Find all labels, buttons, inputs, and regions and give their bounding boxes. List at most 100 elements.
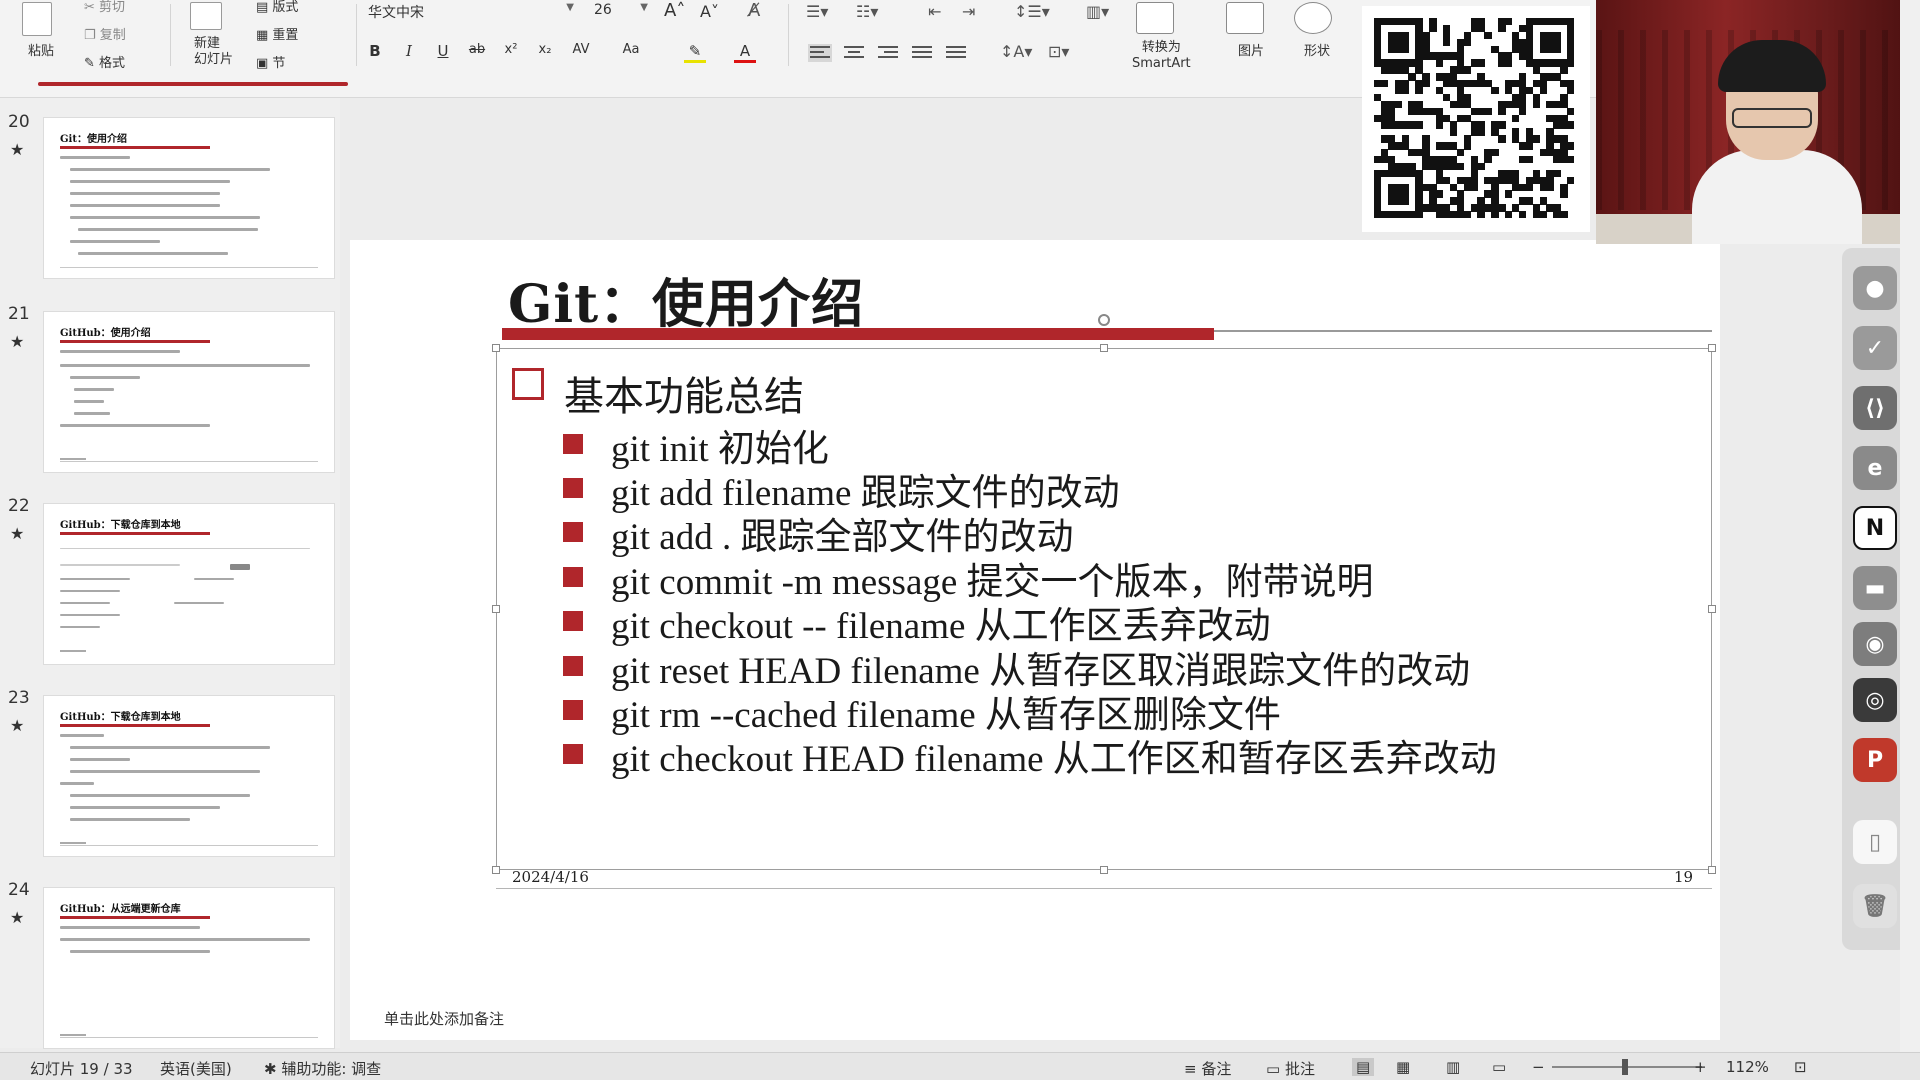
language-indicator[interactable]: 英语(美国) (160, 1058, 232, 1079)
resize-handle[interactable] (1708, 605, 1716, 613)
shape-button[interactable]: 形状 (1304, 40, 1330, 59)
change-case-button[interactable]: Aa (616, 42, 646, 57)
bold-button[interactable]: B (364, 42, 386, 60)
resize-handle[interactable] (1708, 866, 1716, 874)
numbering-icon[interactable]: ☷▾ (856, 2, 878, 21)
clear-format-icon[interactable]: A̸ (748, 0, 760, 21)
layout-button[interactable]: ▤ 版式 (256, 0, 298, 15)
new-slide-icon[interactable] (190, 2, 222, 30)
accessibility-status[interactable]: ✱ 辅助功能: 调查 (264, 1058, 381, 1079)
reading-view-icon[interactable]: ▥ (1446, 1058, 1460, 1076)
normal-view-icon[interactable]: ▤ (1352, 1058, 1375, 1076)
convert-smartart-button[interactable]: 转换为 SmartArt (1132, 40, 1191, 72)
window-edge (1900, 0, 1920, 1052)
document-icon[interactable]: ▯ (1853, 820, 1897, 864)
reset-button[interactable]: ▦ 重置 (256, 24, 298, 43)
edge-icon[interactable]: e (1853, 446, 1897, 490)
strikethrough-button[interactable]: ab (466, 42, 488, 57)
thumbnail-title: GitHub：下载仓库到本地 (60, 712, 181, 723)
align-center-icon[interactable] (842, 44, 866, 62)
highlight-icon[interactable]: ✎ (684, 42, 706, 63)
resize-handle[interactable] (492, 344, 500, 352)
accessibility-icon: ✱ (264, 1060, 282, 1078)
underline-button[interactable]: U (432, 42, 454, 60)
thumbnail-slide[interactable]: GitHub：使用介绍 (44, 312, 334, 472)
section-button[interactable]: ▣ 节 (256, 52, 285, 71)
resize-handle[interactable] (1100, 866, 1108, 874)
align-text-icon[interactable]: ⊡▾ (1048, 42, 1069, 61)
powerpoint-icon[interactable]: P (1853, 738, 1897, 782)
resize-handle[interactable] (1708, 344, 1716, 352)
square-bullet-icon (563, 656, 583, 676)
slide-canvas[interactable]: Git：使用介绍 基本功能总结 git init 初始化 git add file… (350, 240, 1720, 1040)
wechat-icon[interactable]: ● (1853, 266, 1897, 310)
section-icon: ▣ (256, 56, 273, 71)
notion-icon[interactable]: N (1853, 506, 1897, 550)
comments-toggle[interactable]: ▭ 批注 (1266, 1058, 1315, 1079)
distribute-icon[interactable] (944, 44, 968, 62)
footer-line (496, 888, 1712, 889)
decrease-font-icon[interactable]: A˅ (700, 2, 719, 21)
justify-icon[interactable] (910, 44, 934, 62)
font-name-select[interactable]: 华文中宋 ▼ (368, 2, 578, 24)
thumbnail-slide[interactable]: GitHub：下载仓库到本地 (44, 696, 334, 856)
slide-title[interactable]: Git：使用介绍 (508, 262, 864, 337)
new-slide-button[interactable]: 新建 幻灯片 (194, 36, 233, 68)
vscode-icon[interactable]: ⟨⟩ (1853, 386, 1897, 430)
square-bullet-icon (563, 434, 583, 454)
zoom-slider-thumb[interactable] (1622, 1059, 1628, 1075)
cut-button[interactable]: ✂ 剪切 (84, 0, 125, 15)
thumbnail-slide[interactable]: Git：使用介绍 (44, 118, 334, 278)
resize-handle[interactable] (1100, 344, 1108, 352)
align-left-icon[interactable] (808, 44, 832, 62)
slideshow-icon[interactable]: ▭ (1492, 1058, 1506, 1076)
font-size-select[interactable]: 26 ▼ (594, 2, 650, 24)
tasks-icon[interactable]: ✓ (1853, 326, 1897, 370)
resize-handle[interactable] (492, 866, 500, 874)
discord-icon[interactable]: ◉ (1853, 622, 1897, 666)
zoom-level[interactable]: 112% (1726, 1058, 1769, 1076)
zoom-out-icon[interactable]: − (1532, 1058, 1545, 1076)
decrease-indent-icon[interactable]: ⇤ (928, 2, 941, 21)
format-painter-button[interactable]: ✎ 格式 (84, 52, 125, 71)
square-bullet-icon (563, 478, 583, 498)
app-dock: ● ✓ ⟨⟩ e N ▬ ◉ ◎ P ▯ 🗑 (1842, 248, 1908, 950)
notes-toggle[interactable]: ≡ 备注 (1184, 1058, 1231, 1079)
columns-icon[interactable]: ▥▾ (1086, 2, 1109, 21)
italic-button[interactable]: I (398, 42, 420, 60)
increase-indent-icon[interactable]: ⇥ (962, 2, 975, 21)
trash-icon[interactable]: 🗑 (1853, 884, 1897, 928)
shape-icon[interactable] (1294, 2, 1332, 34)
notes-placeholder[interactable]: 单击此处添加备注 (384, 1008, 504, 1029)
docker-icon[interactable]: ▬ (1853, 566, 1897, 610)
zoom-in-icon[interactable]: + (1694, 1058, 1707, 1076)
smartart-icon[interactable] (1136, 2, 1174, 34)
rotate-handle-icon[interactable] (1098, 314, 1110, 326)
copy-icon: ❐ (84, 28, 100, 43)
obs-icon[interactable]: ◎ (1853, 678, 1897, 722)
line-spacing-icon[interactable]: ↕☰▾ (1014, 2, 1050, 21)
slide-sorter-icon[interactable]: ▦ (1396, 1058, 1410, 1076)
thumbnail-title: GitHub：使用介绍 (60, 328, 151, 339)
paste-button[interactable]: 粘贴 (28, 40, 54, 59)
text-direction-icon[interactable]: ↕A▾ (1000, 42, 1032, 61)
thumbnail-slide[interactable]: GitHub：下载仓库到本地 (44, 504, 334, 664)
fit-slide-icon[interactable]: ⊡ (1794, 1058, 1807, 1076)
copy-button[interactable]: ❐ 复制 (84, 24, 126, 43)
bullets-icon[interactable]: ☰▾ (806, 2, 828, 21)
thumbnail-title: GitHub：下载仓库到本地 (60, 520, 181, 531)
thumbnail-slide[interactable]: GitHub：从远端更新仓库 (44, 888, 334, 1048)
paste-icon[interactable] (22, 2, 52, 36)
align-right-icon[interactable] (876, 44, 900, 62)
square-bullet-icon (563, 700, 583, 720)
superscript-button[interactable]: x² (500, 42, 522, 57)
subscript-button[interactable]: x₂ (534, 42, 556, 57)
resize-handle[interactable] (492, 605, 500, 613)
font-color-icon[interactable]: A (734, 42, 756, 63)
increase-font-icon[interactable]: A˄ (664, 0, 685, 21)
square-bullet-icon (563, 744, 583, 764)
picture-button[interactable]: 图片 (1238, 40, 1264, 59)
square-bullet-icon (563, 567, 583, 587)
picture-icon[interactable] (1226, 2, 1264, 34)
char-spacing-button[interactable]: AV (566, 42, 596, 57)
